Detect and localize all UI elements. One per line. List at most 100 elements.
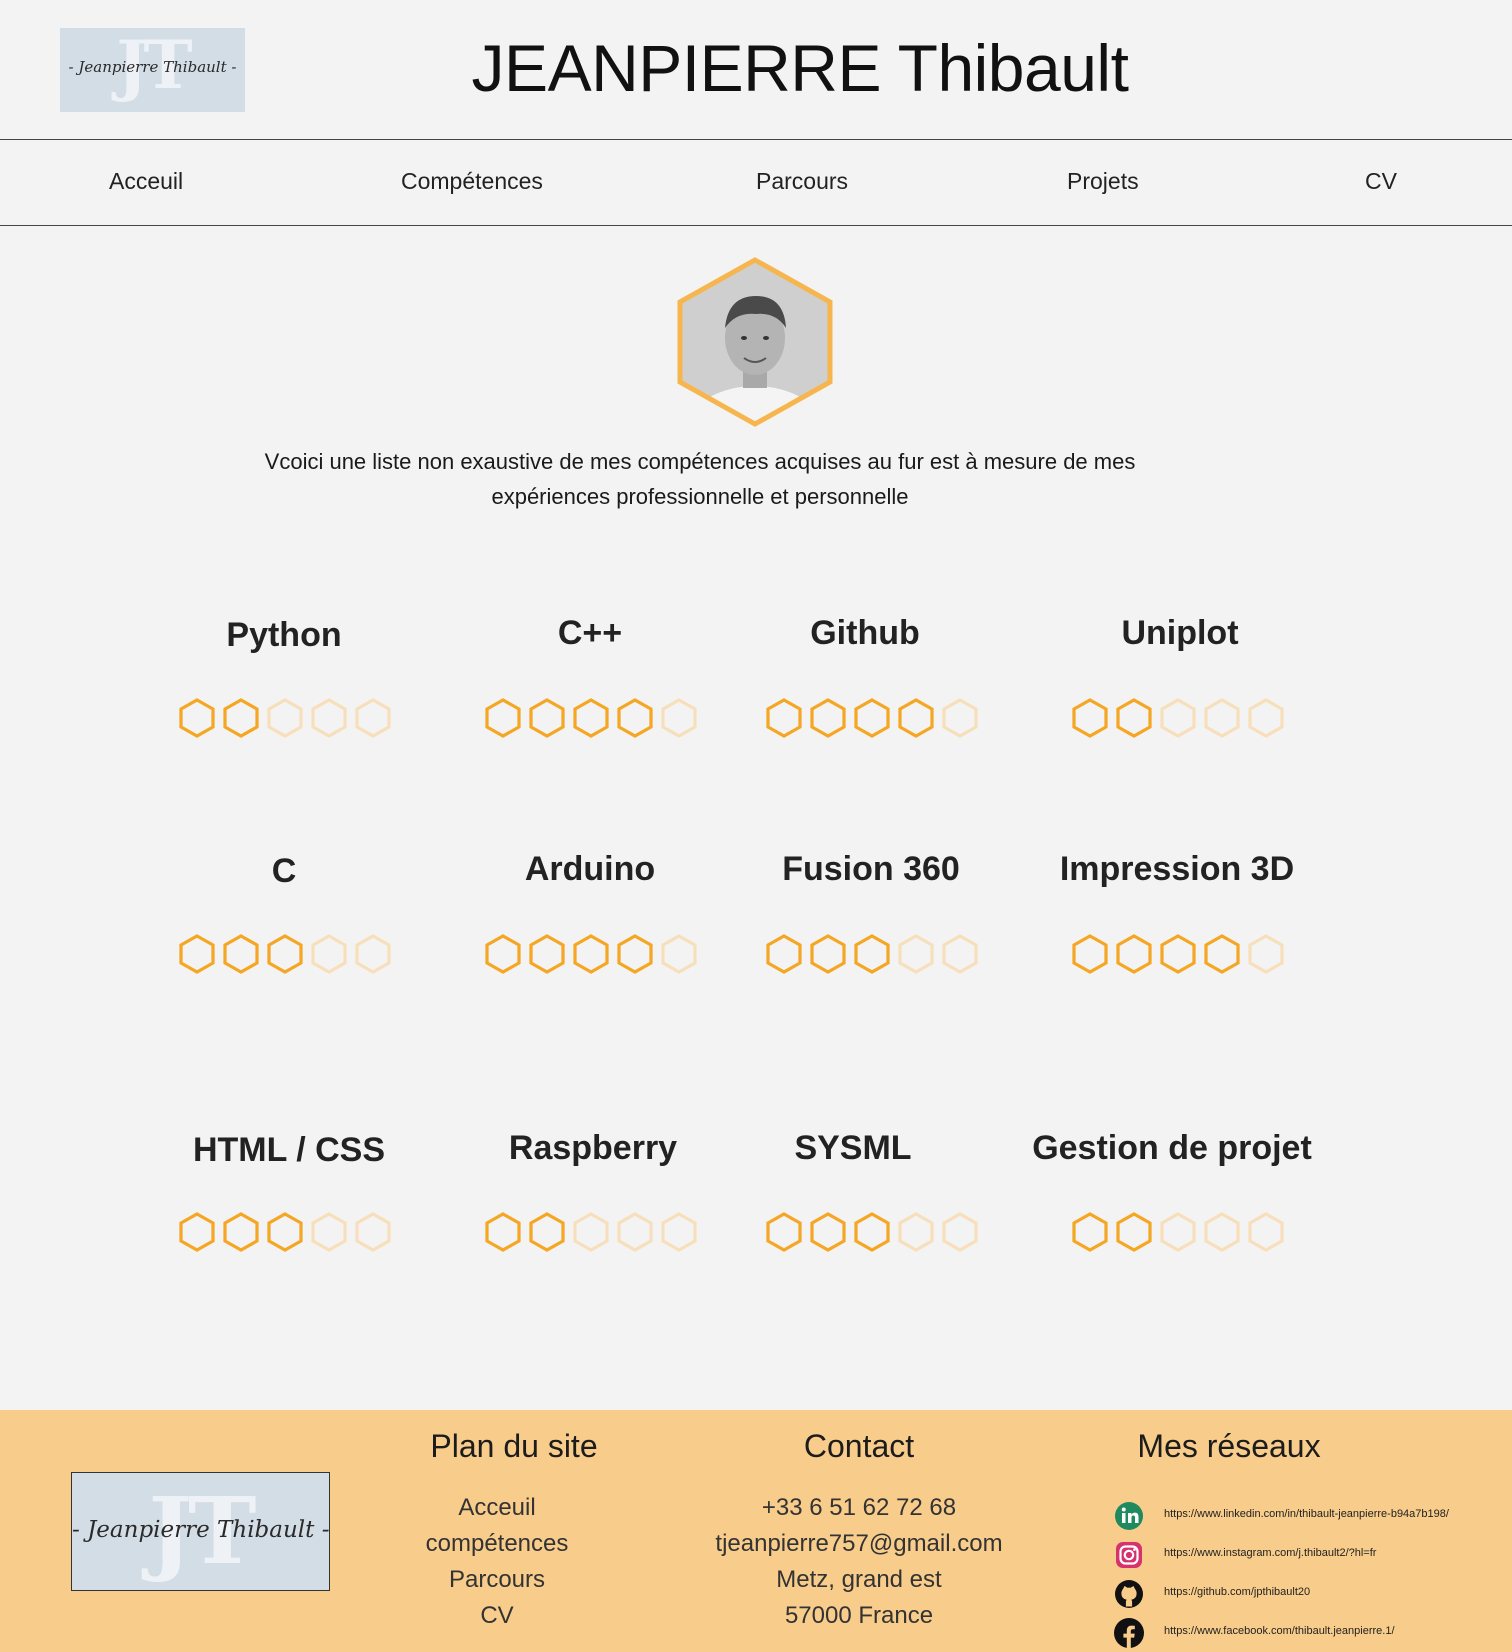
hexagon-filled-icon xyxy=(573,698,609,738)
hexagon-empty-icon xyxy=(1160,1212,1196,1252)
page-title: JEANPIERRE Thibault xyxy=(471,31,1129,105)
hexagon-empty-icon xyxy=(311,1212,347,1252)
skill-name-uniplot: Uniplot xyxy=(1121,614,1239,652)
hexagon-filled-icon xyxy=(267,934,303,974)
hexagon-empty-icon xyxy=(355,698,391,738)
hexagon-empty-icon xyxy=(1204,698,1240,738)
hexagon-empty-icon xyxy=(942,934,978,974)
sitemap-link-parcours[interactable]: Parcours xyxy=(337,1562,657,1598)
sitemap-link-competences[interactable]: compétences xyxy=(337,1526,657,1562)
hexagon-empty-icon xyxy=(355,934,391,974)
hexagon-filled-icon xyxy=(1072,698,1108,738)
hexagon-empty-icon xyxy=(1248,698,1284,738)
nav-item-projets[interactable]: Projets xyxy=(1067,168,1139,195)
hexagon-filled-icon xyxy=(573,934,609,974)
site-footer: JT - Jeanpierre Thibault - Plan du site … xyxy=(0,1410,1512,1652)
hexagon-empty-icon xyxy=(311,934,347,974)
sitemap-link-acceuil[interactable]: Acceuil xyxy=(337,1490,657,1526)
hexagon-filled-icon xyxy=(179,698,215,738)
hexagon-filled-icon xyxy=(179,934,215,974)
instagram-url[interactable]: https://www.instagram.com/j.thibault2/?h… xyxy=(1164,1547,1376,1559)
skill-name-python: Python xyxy=(226,616,342,654)
facebook-url[interactable]: https://www.facebook.com/thibault.jeanpi… xyxy=(1164,1625,1395,1637)
hexagon-empty-icon xyxy=(1204,1212,1240,1252)
social-link-linkedin[interactable]: https://www.linkedin.com/in/thibault-jea… xyxy=(1112,1499,1502,1533)
hexagon-filled-icon xyxy=(854,698,890,738)
skill-name-sysml: SYSML xyxy=(794,1129,912,1167)
hexagon-empty-icon xyxy=(267,698,303,738)
hexagon-filled-icon xyxy=(1116,698,1152,738)
hexagon-filled-icon xyxy=(223,1212,259,1252)
nav-item-cv[interactable]: CV xyxy=(1365,168,1397,195)
hexagon-filled-icon xyxy=(766,1212,802,1252)
footer-logo[interactable]: JT - Jeanpierre Thibault - xyxy=(71,1472,330,1591)
hexagon-filled-icon xyxy=(810,1212,846,1252)
intro-line-1: Vcoici une liste non exaustive de mes co… xyxy=(264,449,1136,474)
hexagon-filled-icon xyxy=(810,698,846,738)
hexagon-filled-icon xyxy=(617,934,653,974)
hexagon-filled-icon xyxy=(1116,1212,1152,1252)
networks-title: Mes réseaux xyxy=(1137,1428,1321,1464)
hexagon-filled-icon xyxy=(223,934,259,974)
hexagon-filled-icon xyxy=(810,934,846,974)
skill-name-gestion-de-projet: Gestion de projet xyxy=(1032,1129,1312,1167)
main-nav: Acceuil Compétences Parcours Projets CV xyxy=(0,140,1512,226)
social-link-github[interactable]: https://github.com/jpthibault20 xyxy=(1112,1577,1502,1611)
hexagon-filled-icon xyxy=(267,1212,303,1252)
hexagon-filled-icon xyxy=(179,1212,215,1252)
nav-item-competences[interactable]: Compétences xyxy=(401,168,543,195)
hexagon-filled-icon xyxy=(1116,934,1152,974)
linkedin-icon xyxy=(1115,1502,1143,1530)
logo-signature: - Jeanpierre Thibault - xyxy=(72,1517,330,1543)
hexagon-filled-icon xyxy=(529,934,565,974)
hexagon-empty-icon xyxy=(311,698,347,738)
facebook-icon xyxy=(1114,1618,1144,1648)
hexagon-empty-icon xyxy=(573,1212,609,1252)
hexagon-empty-icon xyxy=(661,698,697,738)
sitemap-links: Acceuil compétences Parcours CV xyxy=(337,1490,657,1634)
site-header: JT - Jeanpierre Thibault - JEANPIERRE Th… xyxy=(0,0,1512,140)
social-link-instagram[interactable]: https://www.instagram.com/j.thibault2/?h… xyxy=(1112,1538,1502,1572)
instagram-icon xyxy=(1116,1542,1142,1568)
skill-name-arduino: Arduino xyxy=(524,850,656,888)
hexagon-filled-icon xyxy=(898,698,934,738)
github-icon xyxy=(1115,1580,1143,1608)
linkedin-url[interactable]: https://www.linkedin.com/in/thibault-jea… xyxy=(1164,1508,1449,1520)
hexagon-filled-icon xyxy=(617,698,653,738)
contact-title: Contact xyxy=(803,1428,915,1464)
hexagon-filled-icon xyxy=(1160,934,1196,974)
skill-name-html-css: HTML / CSS xyxy=(192,1131,386,1169)
hexagon-filled-icon xyxy=(529,1212,565,1252)
hexagon-filled-icon xyxy=(854,1212,890,1252)
contact-email[interactable]: tjeanpierre757@gmail.com xyxy=(699,1526,1019,1562)
hexagon-filled-icon xyxy=(854,934,890,974)
hexagon-empty-icon xyxy=(661,1212,697,1252)
hexagon-empty-icon xyxy=(898,934,934,974)
hexagon-empty-icon xyxy=(942,1212,978,1252)
sitemap-link-cv[interactable]: CV xyxy=(337,1598,657,1634)
contact-postal: 57000 France xyxy=(784,1602,934,1629)
social-link-facebook[interactable]: https://www.facebook.com/thibault.jeanpi… xyxy=(1112,1616,1502,1650)
hexagon-filled-icon xyxy=(529,698,565,738)
github-url[interactable]: https://github.com/jpthibault20 xyxy=(1164,1586,1310,1598)
hexagon-empty-icon xyxy=(661,934,697,974)
hexagon-empty-icon xyxy=(617,1212,653,1252)
hexagon-filled-icon xyxy=(1072,1212,1108,1252)
hexagon-filled-icon xyxy=(223,698,259,738)
nav-item-acceuil[interactable]: Acceuil xyxy=(109,168,183,195)
sitemap-title: Plan du site xyxy=(430,1428,598,1464)
contact-phone: +33 6 51 62 72 68 xyxy=(761,1494,957,1521)
hexagon-empty-icon xyxy=(1248,1212,1284,1252)
profile-avatar xyxy=(670,252,840,432)
hexagon-empty-icon xyxy=(355,1212,391,1252)
contact-city: Metz, grand est xyxy=(776,1566,942,1593)
intro-line-2: expériences professionnelle et personnel… xyxy=(491,484,909,509)
hexagon-filled-icon xyxy=(485,934,521,974)
skill-name-impression-3d: Impression 3D xyxy=(1059,850,1295,888)
contact-info: +33 6 51 62 72 68 tjeanpierre757@gmail.c… xyxy=(699,1490,1019,1634)
hexagon-filled-icon xyxy=(1204,934,1240,974)
skill-name-cpp: C++ xyxy=(557,614,623,652)
skill-name-fusion-360: Fusion 360 xyxy=(782,850,960,888)
nav-item-parcours[interactable]: Parcours xyxy=(756,168,848,195)
hexagon-empty-icon xyxy=(942,698,978,738)
